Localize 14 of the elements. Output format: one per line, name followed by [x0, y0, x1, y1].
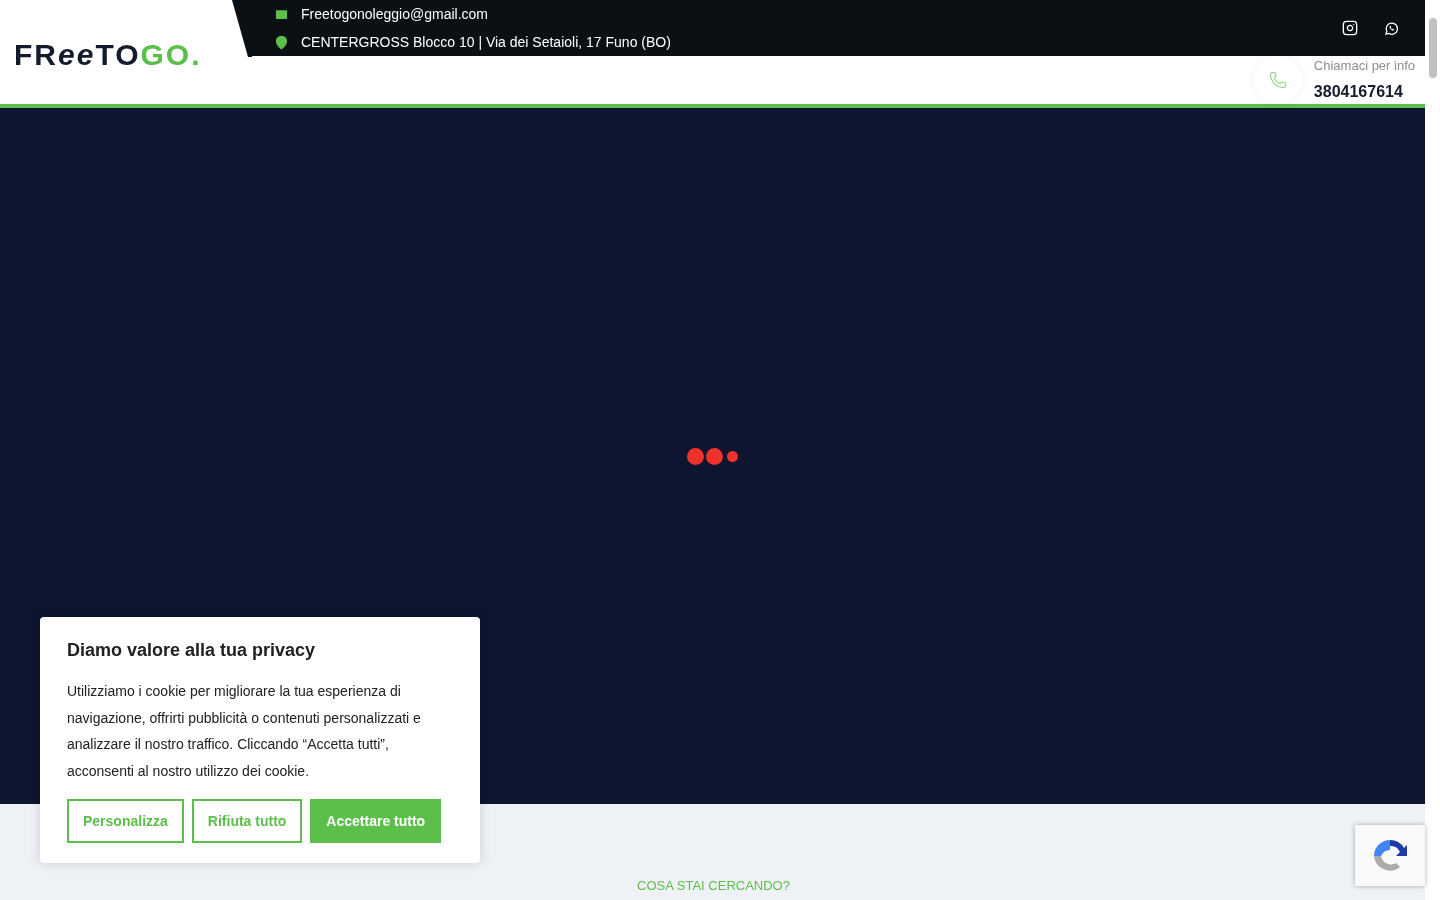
- whatsapp-icon[interactable]: [1384, 20, 1399, 36]
- loading-dots-icon: [687, 447, 738, 465]
- cookie-title: Diamo valore alla tua privacy: [67, 639, 317, 662]
- email-link[interactable]: Freetogonoleggio@gmail.com: [301, 3, 488, 25]
- logo[interactable]: FReeTOGO.: [14, 40, 202, 70]
- section-eyebrow: COSA STAI CERCANDO?: [636, 876, 790, 895]
- phone-number[interactable]: 3804167614: [1313, 79, 1415, 104]
- address-text: CENTERGROSS Blocco 10 | Via dei Setaioli, 17 Funo (BO): [301, 32, 671, 52]
- call-label: Chiamaci per info: [1313, 57, 1415, 76]
- location-pin-icon: [274, 33, 289, 51]
- recaptcha-badge[interactable]: [1355, 825, 1425, 886]
- instagram-icon[interactable]: [1342, 20, 1358, 36]
- phone-icon: [1268, 71, 1287, 89]
- cookie-text: Utilizziamo i cookie per migliorare la tua esperienza di navigazione, offrirti pubblicità o contenuti personalizzati e analizzare il nostro traffico. Cliccando “Accetta tutti”, acconsenti al nostro utilizzo dei cookie.: [67, 682, 422, 781]
